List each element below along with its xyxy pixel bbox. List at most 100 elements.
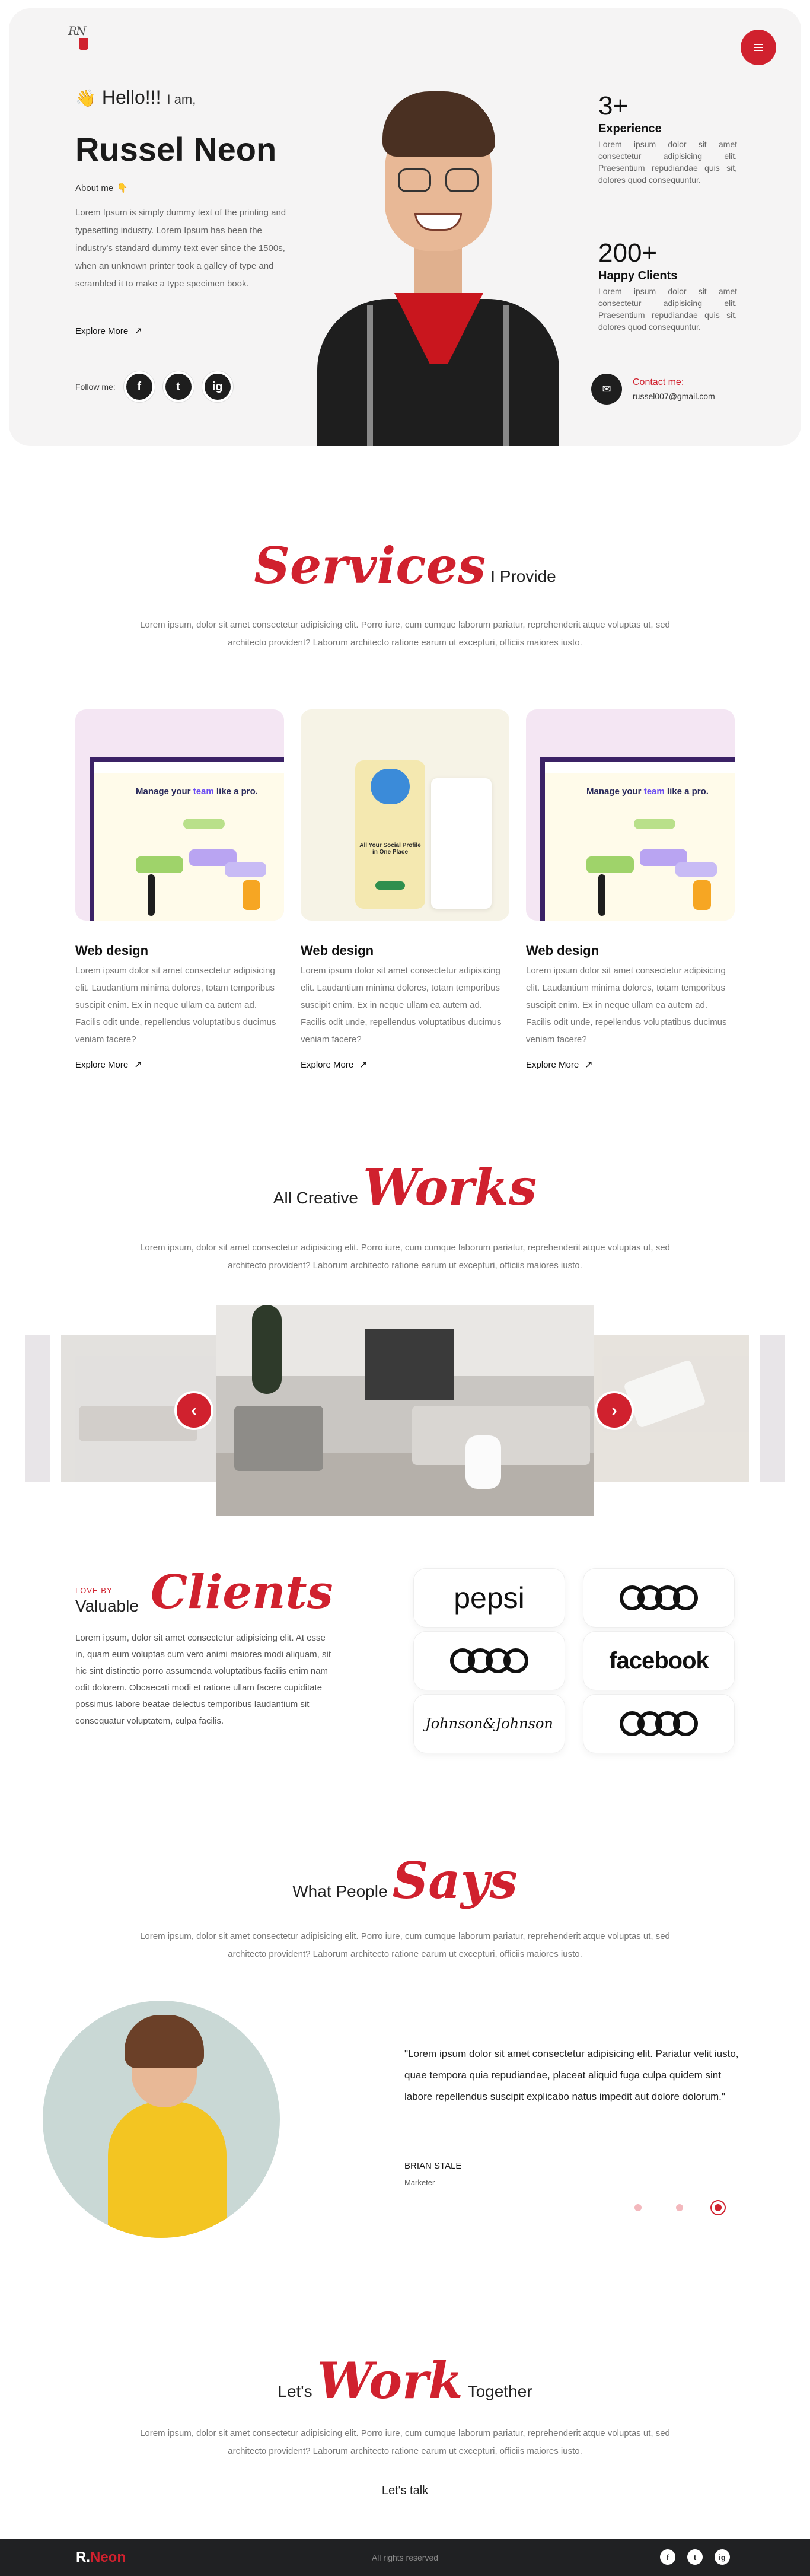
audi-rings-icon [620,1585,698,1610]
mockup-headline-c: in One Place [372,849,409,855]
portrait-suspender [367,305,373,446]
stat-experience: 3+ Experience Lorem ipsum dolor sit amet… [598,91,737,186]
chat-icon[interactable]: ✉ [591,374,622,405]
greeting: 👋 Hello!!! I am, [75,87,196,109]
service-card: All Your Social Profile in One Place Web… [301,709,509,1071]
hero-intro: Lorem Ipsum is simply dummy text of the … [75,208,286,289]
testimonial-heading: What People Says [0,1852,810,1909]
twitter-icon[interactable]: t [162,371,194,402]
testimonial-dot[interactable] [676,2204,683,2211]
work-slide[interactable] [760,1335,785,1482]
audi-rings-icon [450,1648,528,1673]
mockup-headline: Manage your team like a pro. [586,787,709,797]
service-explore-link[interactable]: Explore More ↗ [526,1059,593,1071]
lets-talk-button[interactable]: Let's talk [0,2484,810,2498]
cta-plain-a: Let's [278,2382,312,2400]
service-card-image: All Your Social Profile in One Place [301,709,509,921]
client-logo-audi[interactable] [583,1569,734,1627]
explore-label: Explore More [526,1059,579,1070]
service-card-image: Manage your team like a pro. [526,709,735,921]
twitter-icon[interactable]: t [687,2549,703,2565]
follow-me: Follow me: f t ig [75,371,233,402]
work-slide[interactable] [25,1335,50,1482]
facebook-logo-text: facebook [609,1647,709,1674]
site-logo[interactable]: RN [68,24,110,59]
testimonial-author: BRIAN STALE [404,2161,462,2171]
client-logo-johnson[interactable]: Johnson&Johnson [414,1695,565,1753]
services-script-title: Services [254,536,486,595]
about-label: About me 👇 [75,183,128,193]
about-label-text: About me [75,183,114,193]
works-script-title: Works [362,1158,537,1217]
stat-number: 200+ [598,238,658,268]
instagram-icon[interactable]: ig [715,2549,730,2565]
service-card-text: Lorem ipsum dolor sit amet consectetur a… [526,966,727,1045]
clients-script-title: Clients [151,1565,333,1619]
testimonial-dot[interactable] [634,2204,642,2211]
menu-button[interactable] [741,30,776,65]
client-logo-pepsi[interactable]: pepsi [414,1569,565,1627]
contact-info: ✉ Contact me: russel007@gmail.com [591,374,715,405]
mockup-navbar [545,762,735,773]
arrow-up-right-icon: ↗ [134,1060,142,1070]
mockup-headline-b: Profile [402,842,421,849]
stat-happy-clients: 200+ Happy Clients Lorem ipsum dolor sit… [598,238,737,333]
explore-label: Explore More [75,1059,129,1070]
service-explore-link[interactable]: Explore More ↗ [301,1059,368,1071]
audi-rings-icon [620,1711,698,1736]
service-card-title: Web design [75,943,149,958]
mockup-headline-a: Manage your [586,787,642,797]
explore-label: Explore More [75,326,129,336]
hero-explore-link[interactable]: Explore More ↗ [75,325,142,337]
logo-cup-icon [79,38,88,50]
cta-description: Lorem ipsum, dolor sit amet consectetur … [140,2428,670,2456]
johnson-logo-text: Johnson&Johnson [425,1715,553,1732]
service-card-text: Lorem ipsum dolor sit amet consectetur a… [301,966,502,1045]
instagram-icon[interactable]: ig [202,371,233,402]
service-explore-link[interactable]: Explore More ↗ [75,1059,142,1071]
arrow-up-right-icon: ↗ [585,1060,593,1070]
facebook-icon[interactable]: f [123,371,155,402]
hello-text: Hello!!! [101,87,161,108]
service-card-image: Manage your team like a pro. [75,709,284,921]
client-logo-audi[interactable] [583,1695,734,1753]
facebook-icon[interactable]: f [660,2549,675,2565]
testimonial-role: Marketer [404,2178,435,2187]
portrait-hair [382,91,495,157]
follow-label: Follow me: [75,382,116,391]
dashboard-mockup: Manage your team like a pro. [540,757,735,921]
slider-next-button[interactable]: › [595,1391,634,1430]
client-logo-facebook[interactable]: facebook [583,1632,734,1690]
love-by-label: LOVE BY [75,1586,113,1595]
contact-email-link[interactable]: russel007@gmail.com [633,391,715,401]
stat-text: Lorem ipsum dolor sit amet consectetur a… [598,139,737,184]
client-logo-audi[interactable] [414,1632,565,1690]
works-plain-title: All Creative [273,1189,358,1207]
mockup-headline-a: Manage your [136,787,191,797]
service-card-title: Web design [526,943,599,958]
hero-portrait [305,79,571,446]
mockup-headline-b: team [643,787,665,797]
service-card: Manage your team like a pro. Web design … [526,709,735,1071]
portrait-suspender [503,305,509,446]
testimonial-dot-active[interactable] [715,2204,722,2211]
testimonial-script-title: Says [392,1851,518,1910]
hamburger-icon [754,47,763,48]
testimonial-plain-title: What People [292,1882,388,1900]
logo-initials: RN [68,24,87,38]
waving-hand-icon: 👋 [75,89,96,107]
mockup-headline-b: team [193,787,214,797]
clients-description: Lorem ipsum, dolor sit amet consectetur … [75,1633,331,1726]
slider-prev-button[interactable]: ‹ [174,1391,213,1430]
stat-label: Happy Clients [598,269,678,282]
mockup-headline-a: All Your Social [359,842,401,849]
services-description: Lorem ipsum, dolor sit amet consectetur … [140,620,670,648]
hero-section: RN 👋 Hello!!! I am, Russel Neon About me… [9,8,801,446]
arrow-up-right-icon: ↗ [359,1060,368,1070]
service-card: Manage your team like a pro. Web design … [75,709,284,1071]
pepsi-logo-text: pepsi [454,1581,525,1615]
work-slide-active[interactable] [216,1305,594,1516]
service-card-title: Web design [301,943,374,958]
i-am-text: I am, [167,92,196,107]
cta-plain-b: Together [467,2382,532,2400]
